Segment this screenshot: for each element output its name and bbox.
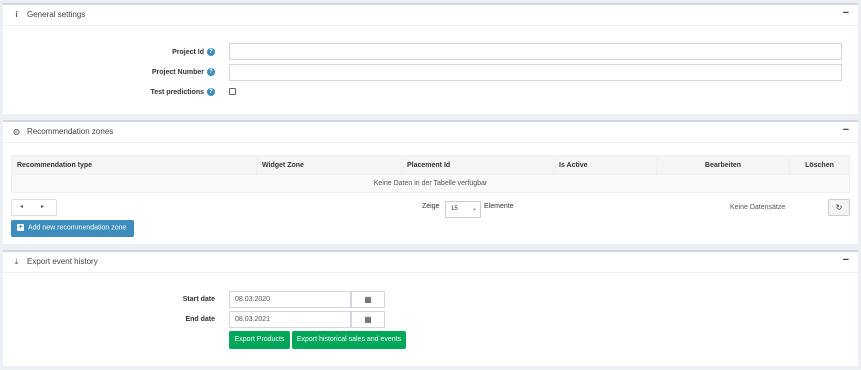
test-predictions-label: Test predictions? [113, 88, 215, 96]
export-products-button[interactable]: Export Products [229, 331, 290, 349]
globe-icon: ◍ [13, 127, 20, 136]
end-date-label: End date [185, 316, 215, 323]
elemente-label: Elemente [484, 203, 514, 210]
project-number-input[interactable] [229, 64, 842, 81]
panel-title: Recommendation zones [27, 127, 114, 136]
page-size-select[interactable]: 15 ⌄ [445, 201, 481, 218]
plus-icon: + [17, 224, 24, 231]
help-icon[interactable]: ? [207, 48, 215, 56]
col-loeschen[interactable]: Löschen [789, 155, 850, 175]
export-history-panel: ⤓ Export event history − Start date 08.0… [3, 250, 858, 366]
general-settings-panel: i General settings − Project Id? Project… [3, 3, 858, 114]
start-date-label: Start date [182, 296, 215, 303]
project-number-label: Project Number? [113, 68, 215, 76]
project-id-input[interactable] [229, 43, 842, 60]
refresh-icon: ↻ [835, 203, 843, 212]
calendar-icon: ▦ [364, 315, 372, 324]
next-page-button[interactable]: ▸ [41, 203, 44, 210]
add-zone-button[interactable]: + Add new recommendation zone [11, 220, 134, 237]
col-is-active[interactable]: Is Active [553, 155, 657, 175]
col-recommendation-type[interactable]: Recommendation type [11, 155, 257, 175]
panel-title: General settings [27, 10, 86, 19]
download-icon: ⤓ [14, 257, 19, 266]
project-id-label: Project Id? [113, 48, 215, 56]
start-date-input[interactable]: 08.03.2020 [229, 291, 351, 308]
chevron-down-icon: ⌄ [471, 206, 477, 212]
info-icon: i [15, 10, 18, 19]
zeige-label: Zeige [422, 203, 440, 210]
zones-table: Recommendation type Widget Zone Placemen… [11, 155, 850, 193]
end-date-input[interactable]: 08.03.2021 [229, 311, 351, 328]
collapse-button[interactable]: − [843, 7, 849, 19]
record-count: Keine Datensätze [730, 204, 786, 211]
col-bearbeiten[interactable]: Bearbeiten [656, 155, 790, 175]
panel-title: Export event history [27, 257, 98, 266]
recommendation-zones-header[interactable]: ◍ Recommendation zones − [3, 122, 858, 143]
export-history-header[interactable]: ⤓ Export event history − [3, 252, 858, 273]
table-header-row: Recommendation type Widget Zone Placemen… [11, 155, 850, 175]
recommendation-zones-panel: ◍ Recommendation zones − Recommendation … [3, 120, 858, 244]
pagination: ◂ ▸ [11, 199, 57, 216]
test-predictions-checkbox[interactable] [229, 88, 236, 95]
col-placement-id[interactable]: Placement Id [401, 155, 554, 175]
help-icon[interactable]: ? [207, 88, 215, 96]
help-icon[interactable]: ? [207, 68, 215, 76]
collapse-button[interactable]: − [843, 124, 849, 136]
calendar-icon: ▦ [364, 295, 372, 304]
prev-page-button[interactable]: ◂ [20, 203, 23, 210]
start-date-picker[interactable]: ▦ [351, 291, 385, 308]
empty-message: Keine Daten in der Tabelle verfügbar [11, 174, 850, 193]
table-row: Keine Daten in der Tabelle verfügbar [11, 174, 850, 193]
export-history-button[interactable]: Export historical sales and events [292, 331, 406, 349]
end-date-picker[interactable]: ▦ [351, 311, 385, 328]
general-settings-header[interactable]: i General settings − [3, 5, 858, 26]
col-widget-zone[interactable]: Widget Zone [256, 155, 402, 175]
collapse-button[interactable]: − [843, 254, 849, 266]
refresh-button[interactable]: ↻ [828, 199, 850, 216]
